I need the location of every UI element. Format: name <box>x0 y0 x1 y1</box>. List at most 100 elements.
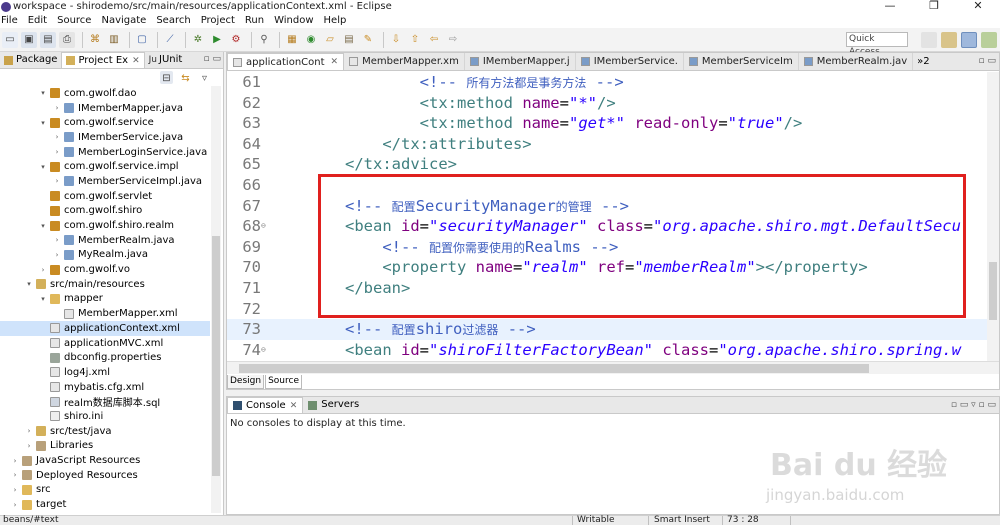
menu-file[interactable]: File <box>1 15 18 26</box>
tree-item[interactable]: dbconfig.properties <box>0 350 210 365</box>
scroll-thumb[interactable] <box>989 262 997 320</box>
explorer-scrollbar[interactable] <box>211 86 221 513</box>
close-button[interactable]: ✕ <box>956 0 1000 13</box>
next-annotation-icon[interactable]: ⇩ <box>388 32 404 48</box>
tree-item[interactable]: › Libraries <box>0 439 210 454</box>
expanded-icon[interactable]: ▾ <box>38 295 48 303</box>
tree-item[interactable]: › src <box>0 483 210 498</box>
code-line[interactable]: 73 <!-- 配置shiro过滤器 --> <box>227 319 999 340</box>
scroll-thumb[interactable] <box>212 236 220 476</box>
external-tools-icon[interactable]: ⚙ <box>228 32 244 48</box>
pen-icon[interactable]: ✎ <box>360 32 376 48</box>
tree-item[interactable]: › MemberServiceImpl.java <box>0 174 210 189</box>
menu-run[interactable]: Run <box>245 15 264 26</box>
collapsed-icon[interactable]: › <box>24 427 34 435</box>
collapsed-icon[interactable]: › <box>10 471 20 479</box>
menu-source[interactable]: Source <box>57 15 91 26</box>
tree-item[interactable]: applicationMVC.xml <box>0 336 210 351</box>
open-resource-icon[interactable]: ▥ <box>106 32 122 48</box>
close-icon[interactable]: ✕ <box>331 54 339 71</box>
debug-icon[interactable]: ✲ <box>190 32 206 48</box>
new-class-icon[interactable]: ◉ <box>303 32 319 48</box>
tree-item[interactable]: › Deployed Resources <box>0 468 210 483</box>
editor-view-controls[interactable]: ▫ ▭ <box>979 56 996 66</box>
collapsed-icon[interactable]: › <box>38 266 48 274</box>
menu-help[interactable]: Help <box>324 15 347 26</box>
tree-item[interactable]: com.gwolf.shiro <box>0 204 210 219</box>
collapsed-icon[interactable]: › <box>52 148 62 156</box>
collapsed-icon[interactable]: › <box>52 133 62 141</box>
tab-package-explorer[interactable]: Package <box>0 52 61 68</box>
new-package-icon[interactable]: ▦ <box>284 32 300 48</box>
tree-item[interactable]: › MemberRealm.java <box>0 233 210 248</box>
menu-navigate[interactable]: Navigate <box>101 15 146 26</box>
collapsed-icon[interactable]: › <box>52 177 62 185</box>
collapsed-icon[interactable]: › <box>52 251 62 259</box>
tree-item[interactable]: › IMemberMapper.java <box>0 101 210 116</box>
java-perspective-icon[interactable] <box>961 32 977 48</box>
tree-item[interactable]: ▾ src/main/resources <box>0 277 210 292</box>
tree-item[interactable]: ▾ com.gwolf.dao <box>0 86 210 101</box>
editor-tab[interactable]: applicationCont ✕ <box>227 53 345 71</box>
maximize-button[interactable]: ❐ <box>912 0 956 13</box>
more-tabs-button[interactable]: »2 <box>913 53 933 70</box>
tree-item[interactable]: › MemberLoginService.java <box>0 145 210 160</box>
editor-tab[interactable]: MemberServiceIm <box>684 53 799 70</box>
tab-servers[interactable]: Servers <box>303 397 364 413</box>
tree-item[interactable]: shiro.ini <box>0 409 210 424</box>
menu-edit[interactable]: Edit <box>28 15 47 26</box>
tree-item[interactable]: com.gwolf.servlet <box>0 189 210 204</box>
prev-annotation-icon[interactable]: ⇧ <box>407 32 423 48</box>
tree-item[interactable]: › src/test/java <box>0 424 210 439</box>
expanded-icon[interactable]: ▾ <box>38 222 48 230</box>
tree-item[interactable]: ▾ com.gwolf.shiro.realm <box>0 218 210 233</box>
print-icon[interactable]: ⎙ <box>59 31 75 48</box>
expanded-icon[interactable]: ▾ <box>38 89 48 97</box>
collapsed-icon[interactable]: › <box>10 486 20 494</box>
toggle-mark-icon[interactable]: ⟋ <box>162 32 178 48</box>
tab-project-explorer[interactable]: Project Ex ✕ <box>61 52 145 69</box>
open-type-icon[interactable]: ⌘ <box>87 32 103 48</box>
editor-vertical-scrollbar[interactable] <box>987 72 999 361</box>
tree-item[interactable]: › IMemberService.java <box>0 130 210 145</box>
save-icon[interactable]: ▣ <box>21 31 37 48</box>
tree-item[interactable]: › MyRealm.java <box>0 248 210 263</box>
collapse-all-icon[interactable]: ⊟ <box>160 70 173 84</box>
open-folder-icon[interactable]: ▱ <box>322 32 338 48</box>
link-editor-icon[interactable]: ⇆ <box>179 71 192 84</box>
back-icon[interactable]: ⇦ <box>426 32 442 48</box>
tree-item[interactable]: ▾ com.gwolf.service.impl <box>0 159 210 174</box>
tab-junit[interactable]: Ju JUnit <box>145 52 187 68</box>
code-line[interactable]: 62 <tx:method name="*"/> <box>227 93 999 114</box>
collapsed-icon[interactable]: › <box>24 442 34 450</box>
expanded-icon[interactable]: ▾ <box>24 280 34 288</box>
collapsed-icon[interactable]: › <box>52 236 62 244</box>
collapsed-icon[interactable]: › <box>10 457 20 465</box>
save-all-icon[interactable]: ▤ <box>40 31 56 48</box>
editor-tab[interactable]: MemberMapper.xm <box>344 53 465 70</box>
code-line[interactable]: 61 <!-- 所有方法都是事务方法 --> <box>227 72 999 93</box>
view-controls[interactable]: ▫ ▭ <box>204 54 221 64</box>
tree-item[interactable]: realm数据库脚本.sql <box>0 394 210 409</box>
fold-toggle-icon[interactable]: ⊖ <box>261 216 269 237</box>
tree-item[interactable]: ▾ com.gwolf.service <box>0 115 210 130</box>
forward-icon[interactable]: ⇨ <box>445 32 461 48</box>
code-line[interactable]: 74 ⊖ <bean id="shiroFilterFactoryBean" cla… <box>227 340 999 361</box>
tree-item[interactable]: › com.gwolf.vo <box>0 262 210 277</box>
menu-window[interactable]: Window <box>274 15 313 26</box>
close-icon[interactable]: ✕ <box>132 53 140 69</box>
editor-tab[interactable]: IMemberMapper.j <box>465 53 576 70</box>
tree-item[interactable]: ▾ mapper <box>0 292 210 307</box>
tab-console[interactable]: Console ✕ <box>227 397 304 413</box>
open-perspective-icon[interactable] <box>921 32 937 48</box>
view-menu-icon[interactable]: ▿ <box>198 71 211 84</box>
tree-item[interactable]: applicationContext.xml <box>0 321 210 336</box>
editor-tab[interactable]: IMemberService. <box>576 53 684 70</box>
code-line[interactable]: 63 <tx:method name="get*" read-only="tru… <box>227 113 999 134</box>
menu-project[interactable]: Project <box>201 15 235 26</box>
tab-source[interactable]: Source <box>265 375 302 389</box>
minimize-button[interactable]: — <box>868 0 912 13</box>
tree-item[interactable]: MemberMapper.xml <box>0 306 210 321</box>
run-icon[interactable]: ▶ <box>209 32 225 48</box>
search-icon[interactable]: ⚲ <box>256 32 272 48</box>
